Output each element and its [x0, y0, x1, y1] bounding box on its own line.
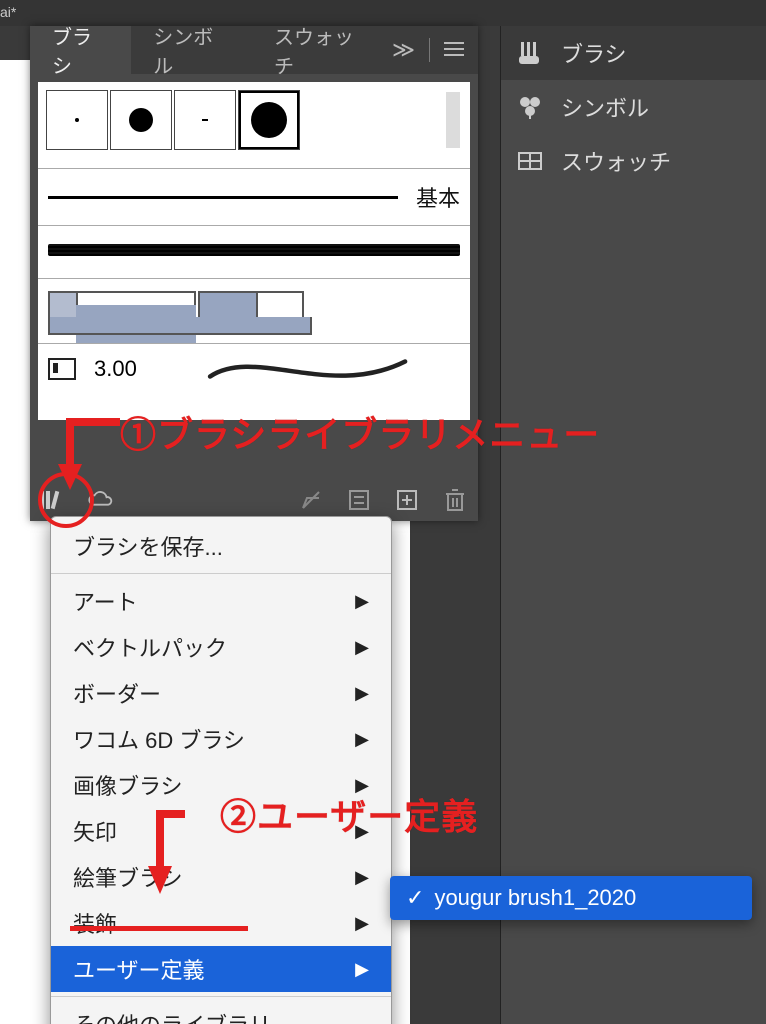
menu-item-other-libraries[interactable]: その他のライブラリ...: [51, 1001, 391, 1024]
menu-item-paintbrush[interactable]: 絵筆ブラシ ▶: [51, 854, 391, 900]
delete-brush-button[interactable]: [442, 487, 468, 513]
menu-item-border[interactable]: ボーダー ▶: [51, 670, 391, 716]
menu-item-label: ワコム 6D ブラシ: [73, 723, 245, 755]
menu-item-label: ユーザー定義: [73, 953, 205, 985]
tab-swatch[interactable]: スウォッチ: [252, 26, 392, 74]
menu-item-label: アート: [73, 585, 138, 617]
remove-stroke-button[interactable]: [298, 487, 324, 513]
tab-brush[interactable]: ブラシ: [30, 26, 131, 74]
basic-line-preview: [48, 196, 398, 199]
menu-separator: [51, 573, 391, 574]
checkmark-icon: ✓: [406, 885, 424, 911]
menu-item-label: 矢印: [73, 815, 117, 847]
panel-footer: [30, 479, 478, 521]
submenu-arrow-icon: ▶: [355, 637, 369, 658]
calligraphy-wave-preview: [155, 354, 460, 384]
side-item-brush[interactable]: ブラシ: [501, 26, 766, 80]
submenu-arrow-icon: ▶: [355, 729, 369, 750]
panel-tabs: ブラシ シンボル スウォッチ ≫: [30, 26, 478, 74]
scroll-area[interactable]: [446, 92, 460, 148]
brush-row-pattern[interactable]: [38, 278, 470, 343]
menu-item-decorative[interactable]: 装飾 ▶: [51, 900, 391, 946]
brush-icon: [515, 38, 545, 68]
menu-item-art[interactable]: アート ▶: [51, 578, 391, 624]
app-stage: ai* ブラシ シンボル スウォッチ ブラシ シンボル スウォッチ: [0, 0, 766, 1024]
menu-item-label: ブラシを保存...: [73, 530, 223, 562]
menu-item-save-brush[interactable]: ブラシを保存...: [51, 523, 391, 569]
annotation-underline: [70, 926, 248, 931]
menu-item-label: その他のライブラリ...: [73, 1008, 289, 1024]
submenu-arrow-icon: ▶: [355, 591, 369, 612]
brush-row-calligraphy[interactable]: 3.00: [38, 343, 470, 394]
side-item-label: スウォッチ: [561, 145, 671, 177]
brush-thumb[interactable]: [174, 90, 236, 150]
new-brush-button[interactable]: [394, 487, 420, 513]
annotation-text-1: ①ブラシライブラリメニュー: [120, 406, 600, 458]
submenu-arrow-icon: ▶: [355, 683, 369, 704]
title-bar: ai*: [0, 0, 766, 26]
submenu-arrow-icon: ▶: [355, 959, 369, 980]
annotation-circle: [38, 472, 94, 528]
brush-thumb[interactable]: [46, 90, 108, 150]
side-item-swatch[interactable]: スウォッチ: [501, 134, 766, 188]
brush-list-area: 基本 3.00: [38, 82, 470, 420]
side-item-symbol[interactable]: シンボル: [501, 80, 766, 134]
submenu-user-defined[interactable]: ✓ yougur brush1_2020: [390, 876, 752, 920]
submenu-arrow-icon: ▶: [355, 913, 369, 934]
menu-item-label: 画像ブラシ: [73, 769, 183, 801]
texture-preview: [48, 244, 460, 256]
file-name-label: ai*: [0, 4, 16, 20]
menu-item-wacom-6d[interactable]: ワコム 6D ブラシ ▶: [51, 716, 391, 762]
menu-separator: [51, 996, 391, 997]
menu-item-label: ベクトルパック: [73, 631, 227, 663]
brush-row-texture[interactable]: [38, 225, 470, 278]
divider: [429, 38, 430, 62]
symbol-icon: [515, 92, 545, 122]
side-panel: ブラシ シンボル スウォッチ: [500, 26, 766, 1024]
submenu-arrow-icon: ▶: [355, 867, 369, 888]
brush-thumb-selected[interactable]: [238, 90, 300, 150]
swatch-icon: [515, 146, 545, 176]
menu-item-label: 装飾: [73, 907, 117, 939]
submenu-item-label: yougur brush1_2020: [434, 885, 636, 911]
brush-thumb[interactable]: [110, 90, 172, 150]
side-item-label: シンボル: [561, 91, 649, 123]
annotation-text-2: ②ユーザー定義: [220, 788, 478, 840]
panel-menu-button[interactable]: [444, 37, 464, 63]
menu-item-label: 絵筆ブラシ: [73, 861, 183, 893]
menu-item-label: ボーダー: [73, 677, 161, 709]
menu-item-vectorpack[interactable]: ベクトルパック ▶: [51, 624, 391, 670]
brush-row-basic[interactable]: 基本: [38, 168, 470, 225]
side-item-label: ブラシ: [561, 37, 627, 69]
tab-overflow-button[interactable]: ≫: [392, 37, 415, 63]
calligraphy-icon: [48, 358, 76, 380]
basic-label: 基本: [416, 181, 460, 213]
calligraphy-value: 3.00: [94, 356, 137, 382]
brush-options-button[interactable]: [346, 487, 372, 513]
tab-symbol[interactable]: シンボル: [131, 26, 252, 74]
brush-library-dropdown: ブラシを保存... アート ▶ ベクトルパック ▶ ボーダー ▶ ワコム 6D ブラシ…: [50, 516, 392, 1024]
menu-item-user-defined[interactable]: ユーザー定義 ▶: [51, 946, 391, 992]
